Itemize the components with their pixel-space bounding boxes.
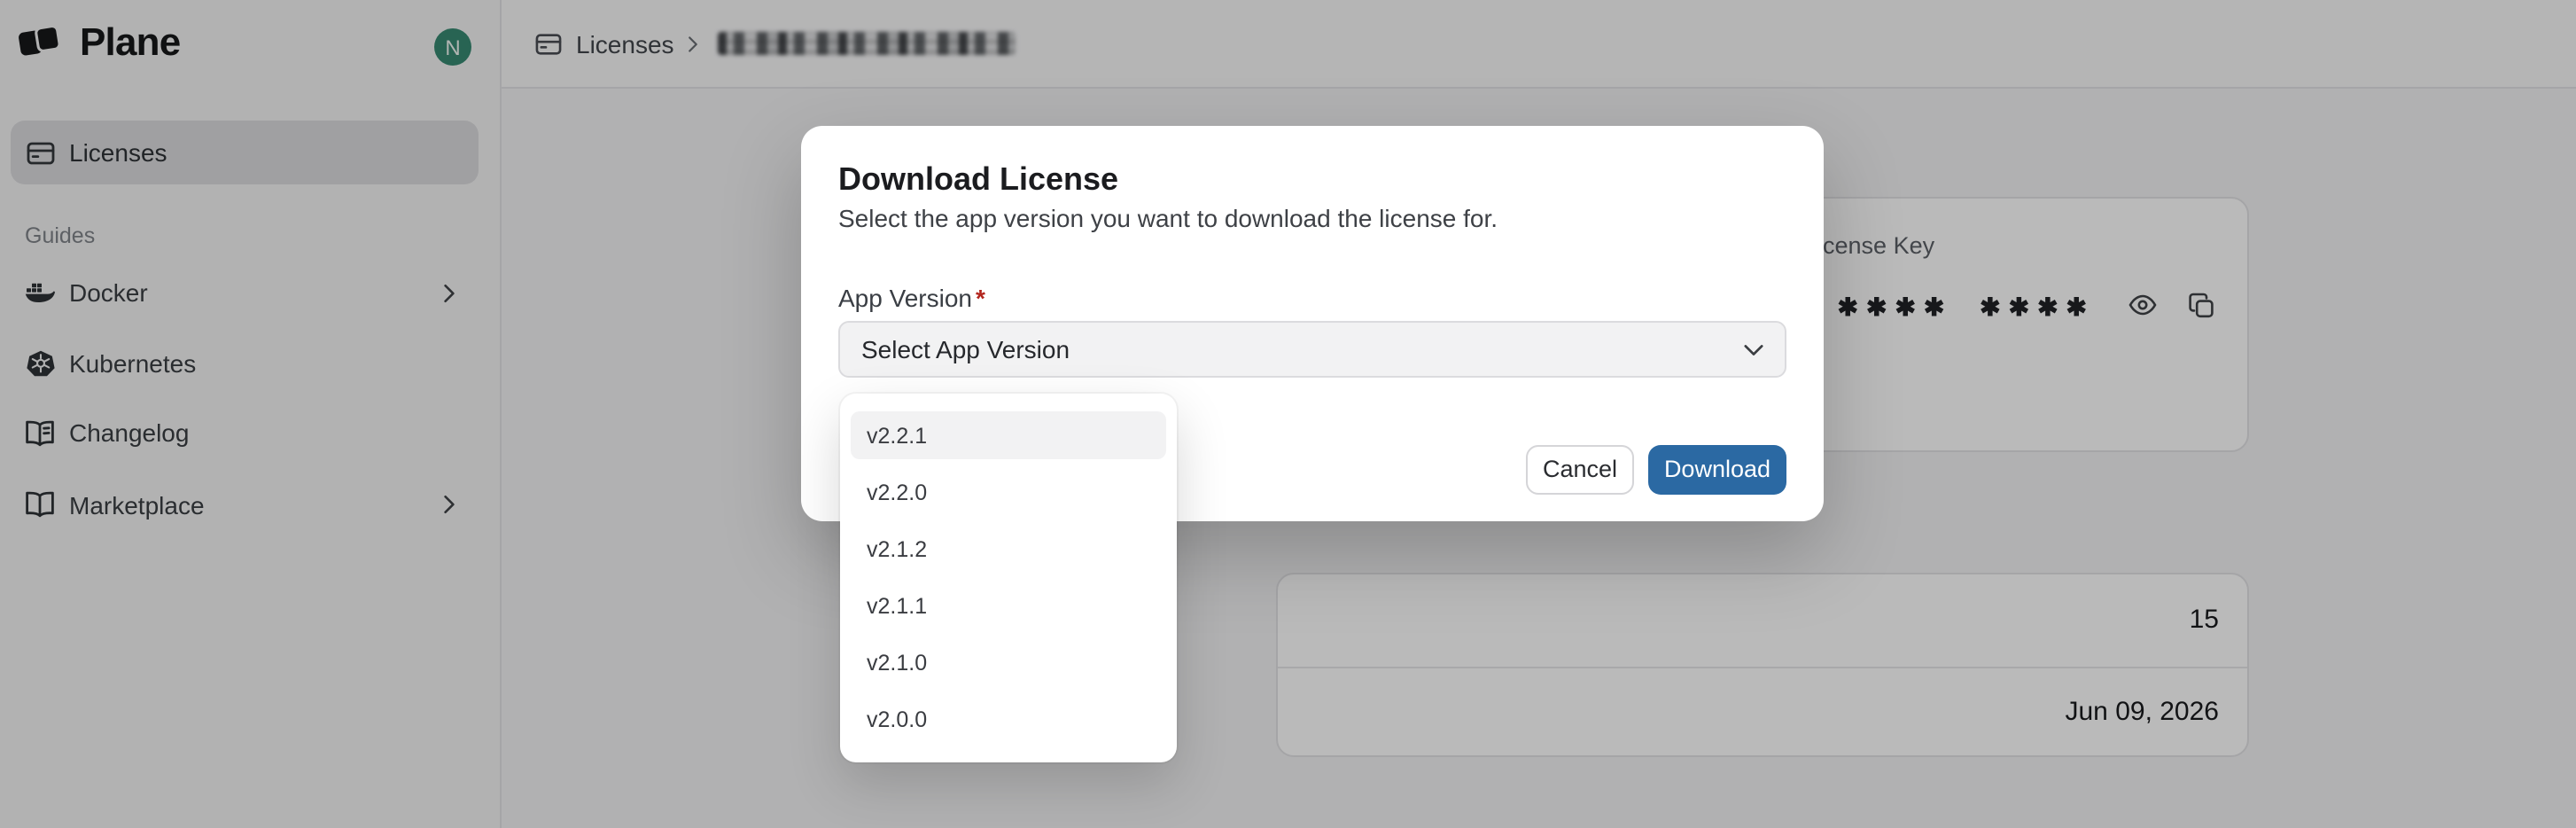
dropdown-option[interactable]: v2.2.0 bbox=[851, 468, 1166, 516]
dropdown-option[interactable]: v2.1.0 bbox=[851, 638, 1166, 686]
download-button[interactable]: Download bbox=[1648, 445, 1786, 495]
app-version-dropdown: v2.2.1 v2.2.0 v2.1.2 v2.1.1 v2.1.0 v2.0.… bbox=[840, 394, 1177, 762]
app-version-label: App Version* bbox=[838, 284, 985, 312]
chevron-down-icon bbox=[1744, 343, 1763, 355]
modal-subtitle: Select the app version you want to downl… bbox=[838, 204, 1498, 232]
dropdown-option[interactable]: v2.0.0 bbox=[851, 695, 1166, 743]
required-asterisk: * bbox=[976, 284, 985, 312]
modal-title: Download License bbox=[838, 161, 1118, 199]
cancel-button[interactable]: Cancel bbox=[1526, 445, 1634, 495]
app-version-select[interactable]: Select App Version bbox=[838, 321, 1786, 378]
select-placeholder: Select App Version bbox=[861, 335, 1070, 363]
app-root: Plane N Licenses Guides bbox=[0, 0, 2576, 828]
dropdown-option[interactable]: v2.1.2 bbox=[851, 525, 1166, 573]
dropdown-option[interactable]: v2.2.1 bbox=[851, 411, 1166, 459]
dropdown-option[interactable]: v2.1.1 bbox=[851, 582, 1166, 629]
